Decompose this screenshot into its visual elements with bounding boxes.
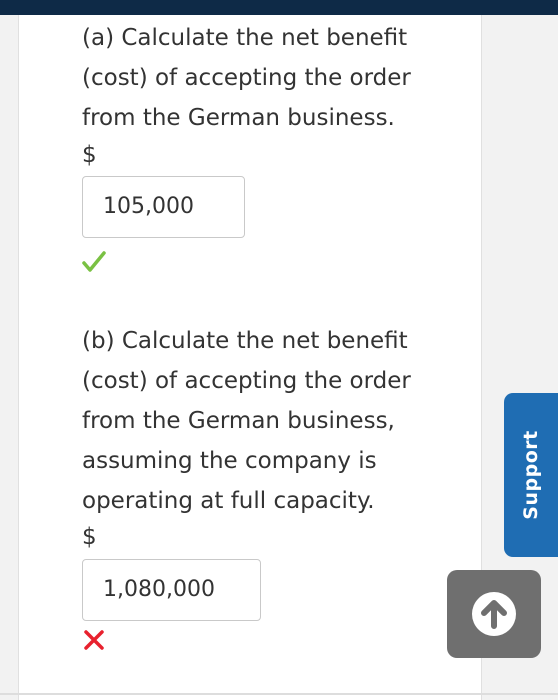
- question-a-prompt: (a) Calculate the net benefit (cost) of …: [82, 25, 411, 131]
- answer-input-a[interactable]: 105,000: [82, 176, 245, 238]
- support-tab[interactable]: Support: [504, 393, 558, 557]
- question-b-prompt: (b) Calculate the net benefit (cost) of …: [82, 328, 411, 514]
- scroll-to-top-button[interactable]: [447, 570, 541, 658]
- bottom-divider: [0, 693, 558, 695]
- answer-input-b[interactable]: 1,080,000: [82, 559, 261, 621]
- currency-symbol-a: $: [82, 142, 97, 168]
- currency-symbol-b: $: [82, 524, 97, 550]
- x-icon: [82, 628, 106, 656]
- arrow-up-icon: [472, 592, 516, 636]
- check-icon: [82, 250, 106, 278]
- top-bar: [0, 0, 558, 15]
- support-label: Support: [520, 430, 542, 520]
